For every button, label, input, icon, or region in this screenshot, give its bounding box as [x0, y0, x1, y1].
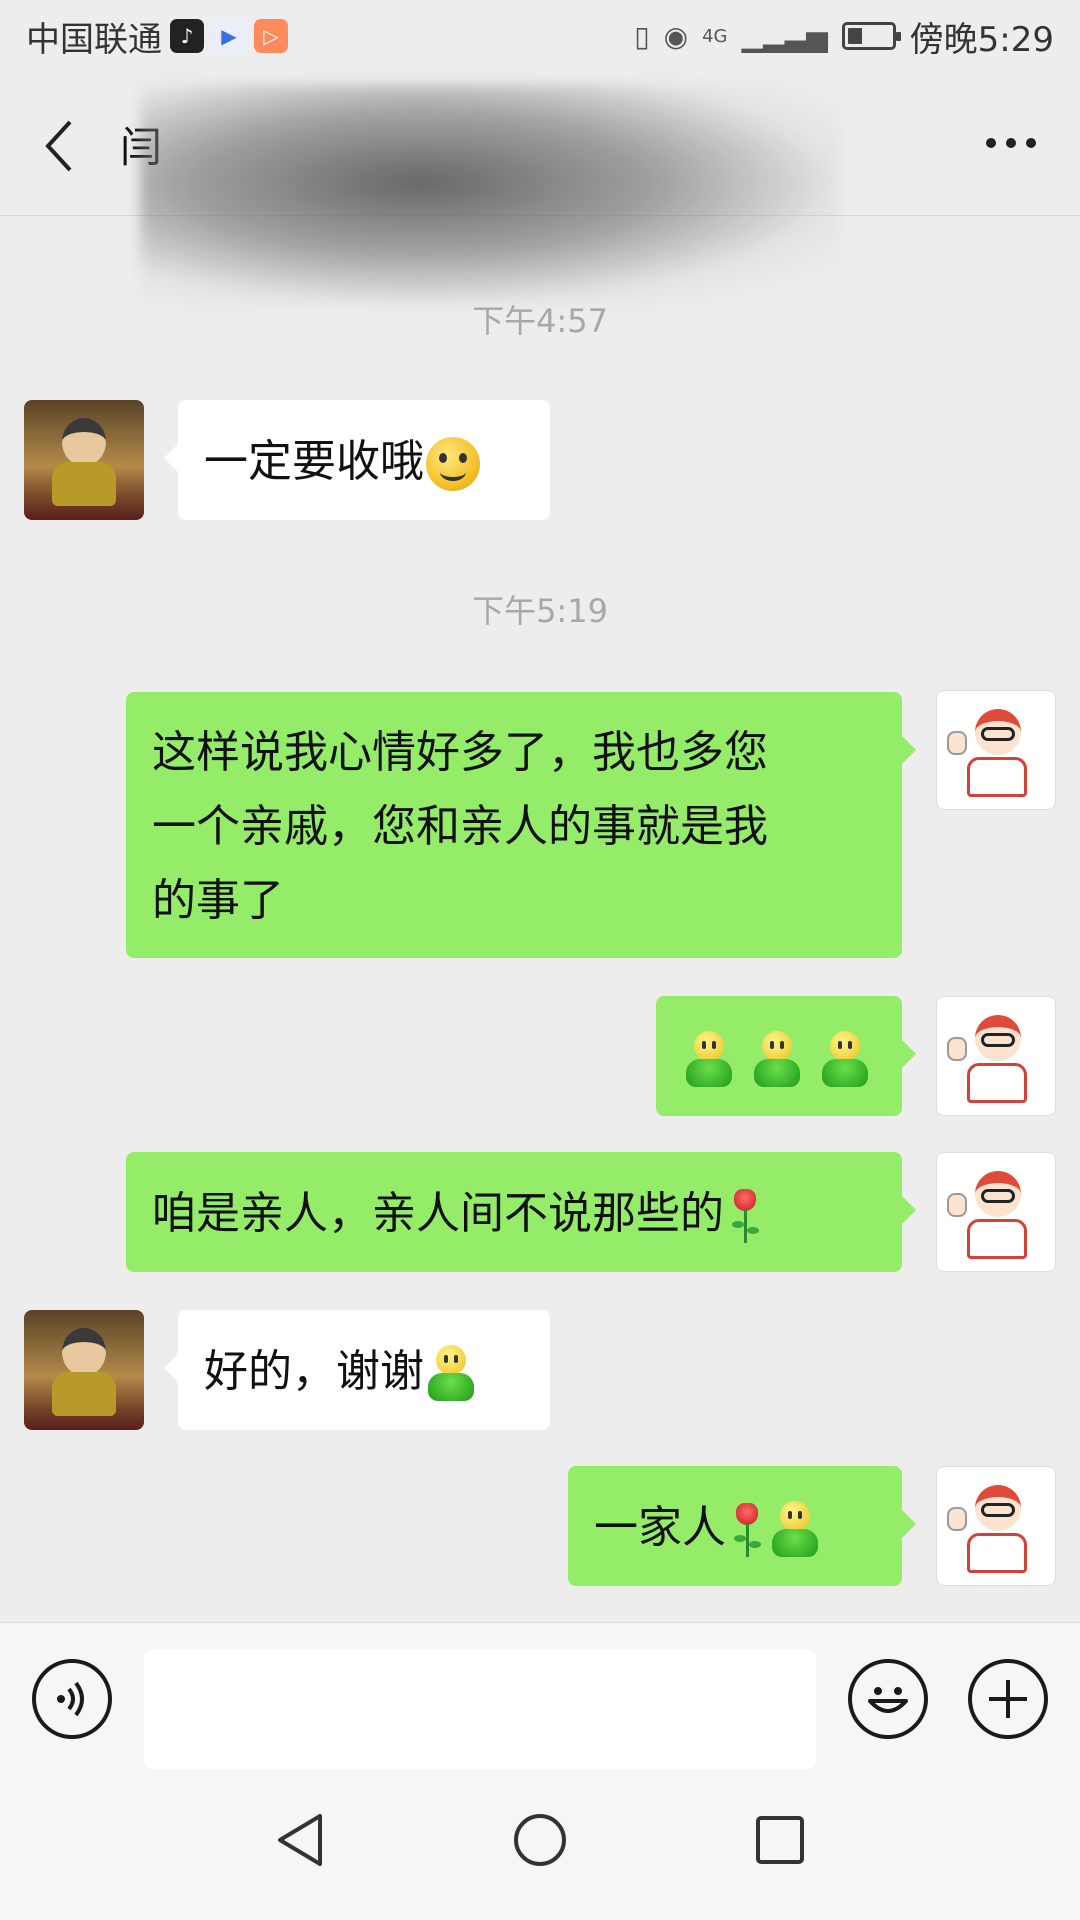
avatar-self[interactable]: [936, 1152, 1056, 1272]
message-bubble[interactable]: 咱是亲人，亲人间不说那些的: [126, 1152, 916, 1272]
more-options-button[interactable]: [986, 138, 1036, 148]
message-line: 这样说我心情好多了，我也多您: [152, 727, 768, 778]
dot-icon: [1006, 138, 1016, 148]
message-text: 一家人: [594, 1502, 726, 1553]
smile-face-icon: [868, 1687, 908, 1713]
tiktok-icon: ♪: [170, 19, 204, 53]
status-left: 中国联通 ♪ ▶ ▷: [26, 12, 288, 61]
carrier-name: 中国联通: [26, 19, 162, 60]
signal-icon: ▁▂▃▅: [741, 19, 828, 53]
battery-icon: [841, 22, 901, 50]
vibrate-icon: ▯: [634, 19, 650, 53]
status-right: ▯ ◉ 4G ▁▂▃▅ 傍晚5:29: [634, 12, 1054, 61]
message-bubble[interactable]: 这样说我心情好多了，我也多您 一个亲戚，您和亲人的事就是我 的事了: [126, 692, 916, 958]
avatar-contact[interactable]: [24, 1310, 144, 1430]
voice-button[interactable]: [32, 1659, 112, 1739]
message-text: 咱是亲人，亲人间不说那些的: [152, 1188, 724, 1239]
avatar-self[interactable]: [936, 1466, 1056, 1586]
back-button[interactable]: [40, 116, 80, 176]
redaction-blur: [140, 84, 840, 304]
avatar-self[interactable]: [936, 690, 1056, 810]
message-text: 一定要收哦: [204, 436, 424, 487]
input-bar: [0, 1622, 1080, 1774]
more-functions-button[interactable]: [968, 1659, 1048, 1739]
message-bubble[interactable]: 一家人: [568, 1466, 916, 1586]
smile-icon: [426, 437, 480, 491]
rose-icon: [732, 1501, 762, 1559]
avatar-contact[interactable]: [24, 400, 144, 520]
message-line: 的事了: [152, 875, 284, 926]
network-type: 4G: [702, 25, 728, 47]
nav-home-icon[interactable]: [510, 1810, 570, 1870]
emoji-button[interactable]: [848, 1659, 928, 1739]
app-notification-icon: ▷: [254, 19, 288, 53]
timestamp: 下午5:19: [472, 592, 608, 630]
dot-icon: [1026, 138, 1036, 148]
message-line: 一个亲戚，您和亲人的事就是我: [152, 801, 768, 852]
guy-icon: [682, 1031, 736, 1089]
chevron-left-icon: [45, 120, 72, 172]
voice-icon: [57, 1681, 84, 1717]
message-text: 好的，谢谢: [204, 1346, 424, 1397]
emoji-message-bubble[interactable]: [656, 996, 916, 1116]
avatar-self[interactable]: [936, 996, 1056, 1116]
system-nav-bar: [0, 1774, 1080, 1920]
status-time: 傍晚5:29: [909, 19, 1054, 60]
message-bubble[interactable]: 一定要收哦: [164, 400, 550, 520]
chat-header: 闫: [0, 72, 1080, 304]
nav-recents-icon[interactable]: [750, 1810, 810, 1870]
eye-comfort-icon: ◉: [663, 19, 689, 53]
plus-icon: [989, 1680, 1027, 1718]
nav-back-icon[interactable]: [272, 1810, 332, 1870]
guy-icon: [750, 1031, 804, 1089]
rose-icon: [730, 1187, 760, 1245]
video-app-icon: ▶: [212, 19, 246, 53]
dot-icon: [986, 138, 996, 148]
guy-icon: [768, 1501, 822, 1559]
message-input[interactable]: [144, 1649, 816, 1769]
guy-icon: [424, 1345, 478, 1403]
message-bubble[interactable]: 好的，谢谢: [164, 1310, 550, 1430]
status-bar: 中国联通 ♪ ▶ ▷ ▯ ◉ 4G ▁▂▃▅ 傍晚5:29: [0, 0, 1080, 72]
timestamp: 下午4:57: [472, 302, 608, 340]
guy-icon: [818, 1031, 872, 1089]
